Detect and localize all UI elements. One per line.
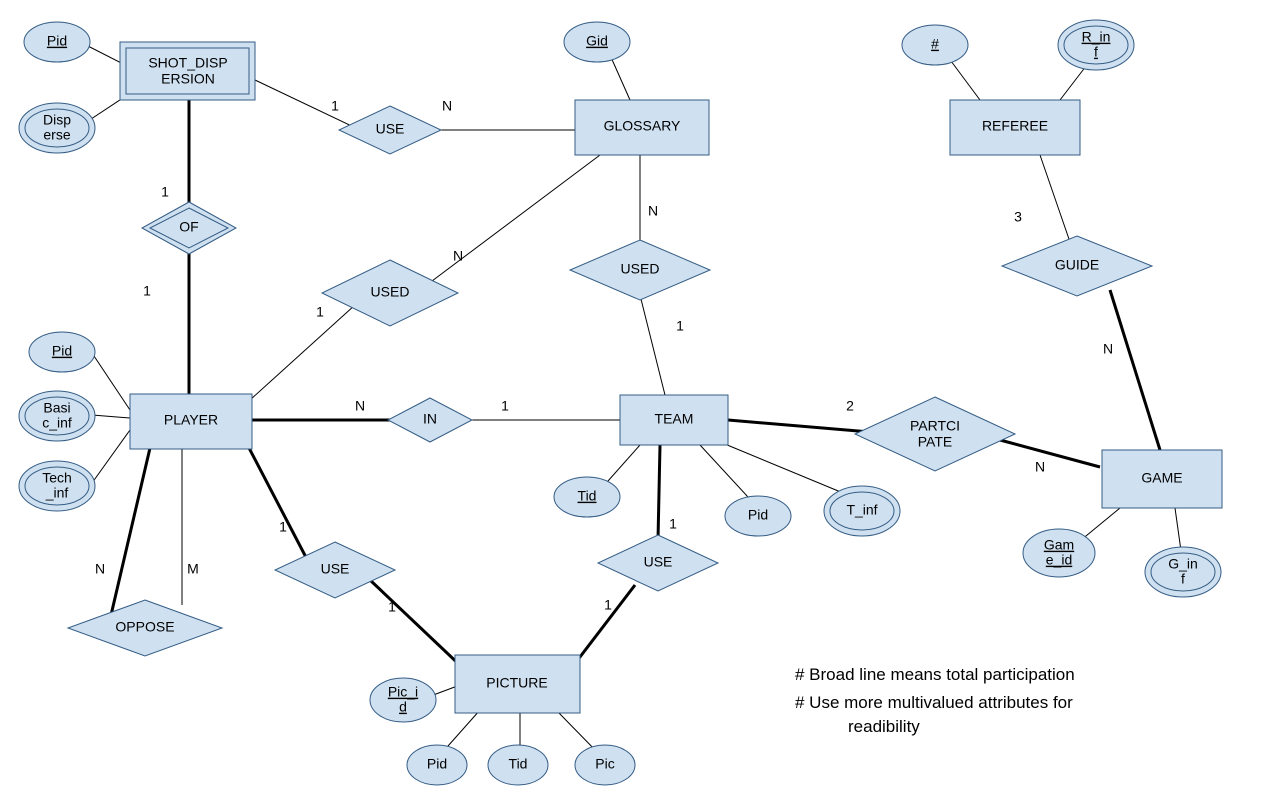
entity-team: TEAM [655, 411, 694, 427]
attr-gid: Gid [586, 33, 608, 49]
note-line2: # Use more multivalued attributes for [795, 693, 1073, 712]
attr-basic-inf-1: Basi [43, 400, 70, 416]
attr-pic: Pic [595, 756, 614, 772]
attr-sd-pid: Pid [47, 33, 67, 49]
attr-disperse-2: erse [43, 127, 70, 143]
card-team-in: 1 [501, 398, 509, 414]
attr-t-inf: T_inf [846, 502, 877, 518]
note-line1: # Broad line means total participation [795, 665, 1075, 684]
card-sd-of: 1 [161, 184, 169, 200]
entity-referee: REFEREE [982, 118, 1048, 134]
rel-use-top: USE [376, 121, 405, 137]
card-game-participate: N [1035, 459, 1045, 475]
attr-r-inf-2: f [1094, 44, 1098, 60]
rel-used-right: USED [621, 261, 660, 277]
card-glossary-used1: N [453, 248, 463, 264]
rel-participate-2: PATE [918, 434, 953, 450]
entity-glossary: GLOSSARY [604, 118, 681, 134]
card-player-use2: 1 [279, 519, 287, 535]
attr-g-inf-1: G_in [1168, 556, 1198, 572]
card-player-used1: 1 [316, 304, 324, 320]
rel-of: OF [179, 219, 198, 235]
rel-guide: GUIDE [1055, 257, 1099, 273]
rel-used-left: USED [371, 284, 410, 300]
attr-g-inf-2: f [1181, 571, 1185, 587]
card-sd-use: 1 [331, 98, 339, 114]
attr-pic-pid: Pid [427, 756, 447, 772]
rel-participate-1: PARTCI [910, 418, 960, 434]
note-line3: readibility [848, 717, 920, 736]
rel-in: IN [423, 411, 437, 427]
attr-pic-id-1: Pic_i [388, 684, 418, 700]
attr-t-pid: Pid [748, 507, 768, 523]
card-picture-use2: 1 [388, 599, 396, 615]
card-picture-use3: 1 [604, 597, 612, 613]
attr-r-inf-1: R_in [1082, 29, 1111, 45]
card-team-used2: 1 [676, 318, 684, 334]
attr-game-id-2: e_id [1046, 552, 1072, 568]
card-glossary-use: N [442, 98, 452, 114]
card-glossary-used2: N [648, 203, 658, 219]
attr-pic-tid: Tid [509, 756, 528, 772]
rel-use-team-picture: USE [644, 554, 673, 570]
attr-p-pid: Pid [52, 343, 72, 359]
card-player-in: N [355, 398, 365, 414]
attr-tid: Tid [578, 488, 597, 504]
card-oppose-n: N [95, 561, 105, 577]
entity-player: PLAYER [164, 412, 218, 428]
card-game-guide: N [1103, 341, 1113, 357]
attr-basic-inf-2: c_inf [42, 415, 72, 431]
entity-shot-dispersion-line2: ERSION [161, 71, 215, 87]
card-referee-guide: 3 [1014, 209, 1022, 225]
attr-game-id-1: Gam [1044, 537, 1074, 553]
rel-oppose: OPPOSE [115, 619, 174, 635]
entity-shot-dispersion-line1: SHOT_DISP [148, 55, 227, 71]
entity-picture: PICTURE [486, 675, 547, 691]
card-player-of: 1 [143, 283, 151, 299]
rel-use-player-picture: USE [321, 561, 350, 577]
attr-tech-inf-2: _inf [45, 485, 69, 501]
card-oppose-m: M [187, 561, 199, 577]
card-team-use3: 1 [669, 516, 677, 532]
attr-ref-num: # [931, 36, 939, 52]
card-team-participate: 2 [846, 398, 854, 414]
attr-tech-inf-1: Tech [42, 470, 72, 486]
attr-disperse-1: Disp [43, 112, 71, 128]
entity-game: GAME [1141, 470, 1182, 486]
attr-pic-id-2: d [399, 699, 407, 715]
